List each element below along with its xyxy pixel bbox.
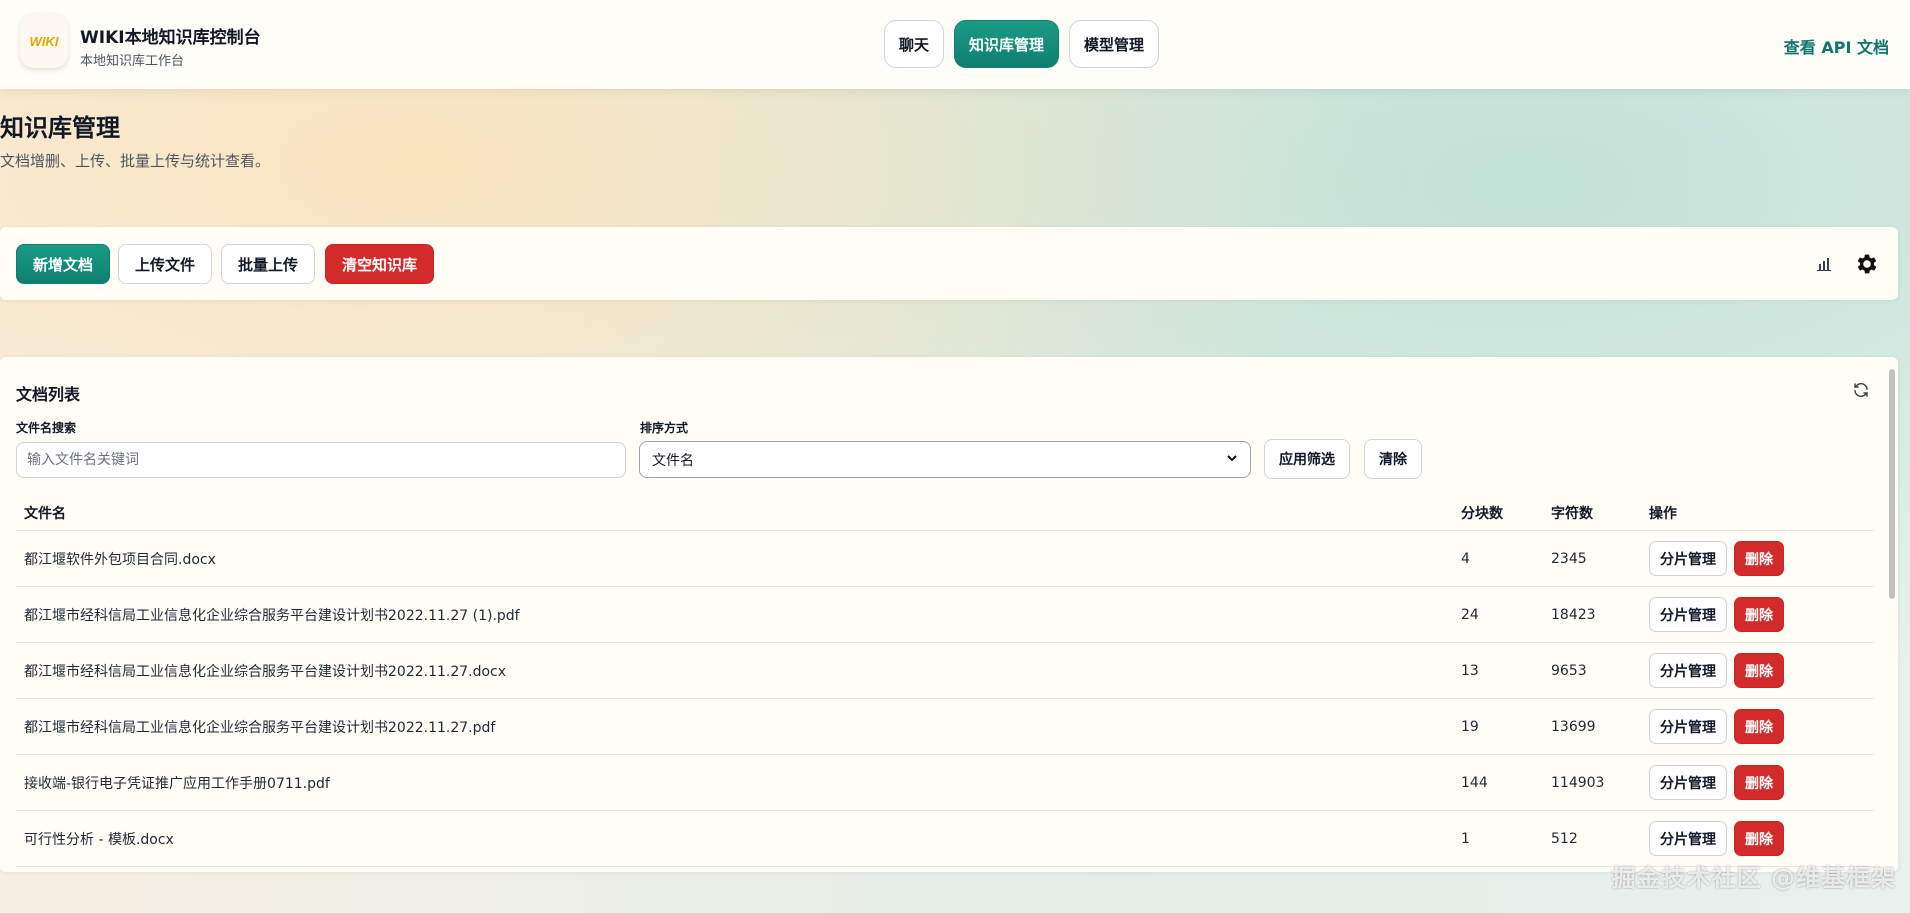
chart-icon[interactable] [1816,256,1832,272]
row-chunks: 1 [1461,830,1470,847]
row-chars: 9653 [1551,662,1587,679]
table-row: 可行性分析 - 模板.docx 1 512 分片管理 删除 [16,811,1874,867]
delete-button[interactable]: 删除 [1734,541,1784,576]
chunk-manage-button[interactable]: 分片管理 [1649,821,1727,856]
page-title: 知识库管理 [0,114,120,142]
chunk-manage-button[interactable]: 分片管理 [1649,597,1727,632]
row-actions: 分片管理 删除 [1649,653,1874,688]
row-actions: 分片管理 删除 [1649,541,1874,576]
document-list-title: 文档列表 [16,385,81,404]
new-document-button[interactable]: 新增文档 [16,244,111,284]
sort-select[interactable]: 文件名 [639,441,1251,478]
chunk-manage-button[interactable]: 分片管理 [1649,765,1727,800]
row-chars: 18423 [1551,606,1596,623]
tab-knowledge-base[interactable]: 知识库管理 [954,20,1060,68]
page-description: 文档增删、上传、批量上传与统计查看。 [0,152,271,170]
table-header: 文件名 分块数 字符数 操作 [16,495,1874,531]
action-toolbar: 新增文档 上传文件 批量上传 清空知识库 [0,227,1898,300]
table-row: 都江堰市经科信局工业信息化企业综合服务平台建设计划书2022.11.27.doc… [16,643,1874,699]
chunk-manage-button[interactable]: 分片管理 [1649,709,1727,744]
scrollbar[interactable] [1889,357,1897,872]
row-actions: 分片管理 删除 [1649,709,1874,744]
column-header-filename: 文件名 [24,505,66,522]
app-logo[interactable]: WIKI [20,14,68,68]
row-filename: 都江堰软件外包项目合同.docx [24,551,216,568]
main-nav: 聊天 知识库管理 模型管理 [884,20,1160,68]
gear-icon[interactable] [1854,251,1880,277]
api-docs-link[interactable]: 查看 API 文档 [1784,34,1889,58]
row-chars: 13699 [1551,718,1596,735]
clear-filter-button[interactable]: 清除 [1364,439,1422,479]
row-filename: 都江堰市经科信局工业信息化企业综合服务平台建设计划书2022.11.27.doc… [24,663,507,680]
sort-selected-value: 文件名 [652,452,694,469]
delete-button[interactable]: 删除 [1734,709,1784,744]
row-chars: 2345 [1551,550,1587,567]
row-chunks: 144 [1461,774,1488,791]
tab-models[interactable]: 模型管理 [1069,20,1160,68]
column-header-chars: 字符数 [1551,505,1593,522]
batch-upload-button[interactable]: 批量上传 [221,244,316,284]
clear-knowledge-base-button[interactable]: 清空知识库 [325,244,435,284]
upload-file-button[interactable]: 上传文件 [118,244,213,284]
row-chunks: 24 [1461,606,1479,623]
app-title: WIKI本地知识库控制台 [80,28,261,48]
sort-label: 排序方式 [640,421,689,435]
row-filename: 都江堰市经科信局工业信息化企业综合服务平台建设计划书2022.11.27.pdf [24,719,496,736]
delete-button[interactable]: 删除 [1734,765,1784,800]
apply-filter-button[interactable]: 应用筛选 [1264,439,1350,479]
document-list-card: 文档列表 文件名搜索 排序方式 文件名 应用筛选 清除 文件名 分块数 字符数 … [0,357,1898,872]
scrollbar-thumb[interactable] [1889,369,1895,599]
chunk-manage-button[interactable]: 分片管理 [1649,541,1727,576]
table-row: 接收端-银行电子凭证推广应用工作手册0711.pdf 144 114903 分片… [16,755,1874,811]
row-chars: 114903 [1551,774,1605,791]
delete-button[interactable]: 删除 [1734,821,1784,856]
row-actions: 分片管理 删除 [1649,765,1874,800]
search-label: 文件名搜索 [16,421,77,435]
delete-button[interactable]: 删除 [1734,653,1784,688]
chunk-manage-button[interactable]: 分片管理 [1649,653,1727,688]
row-chunks: 4 [1461,550,1470,567]
watermark: 掘金技术社区 @维基框架 [1611,864,1896,892]
table-row: 都江堰市经科信局工业信息化企业综合服务平台建设计划书2022.11.27 (1)… [16,587,1874,643]
row-filename: 可行性分析 - 模板.docx [24,831,174,848]
row-filename: 都江堰市经科信局工业信息化企业综合服务平台建设计划书2022.11.27 (1)… [24,607,520,624]
row-actions: 分片管理 删除 [1649,597,1874,632]
documents-table: 文件名 分块数 字符数 操作 都江堰软件外包项目合同.docx 4 2345 分… [16,495,1874,867]
row-chars: 512 [1551,830,1578,847]
filename-search-input[interactable] [16,442,626,478]
chevron-down-icon [1226,452,1238,468]
refresh-icon[interactable] [1852,381,1870,403]
row-chunks: 13 [1461,662,1479,679]
column-header-ops: 操作 [1649,505,1677,522]
tab-chat[interactable]: 聊天 [884,20,945,68]
row-actions: 分片管理 删除 [1649,821,1874,856]
column-header-chunks: 分块数 [1461,505,1503,522]
logo-text: WIKI [29,33,59,49]
table-row: 都江堰软件外包项目合同.docx 4 2345 分片管理 删除 [16,531,1874,587]
row-chunks: 19 [1461,718,1479,735]
delete-button[interactable]: 删除 [1734,597,1784,632]
app-subtitle: 本地知识库工作台 [80,54,185,69]
top-bar: WIKI WIKI本地知识库控制台 本地知识库工作台 聊天 知识库管理 模型管理… [0,0,1910,89]
row-filename: 接收端-银行电子凭证推广应用工作手册0711.pdf [24,775,330,792]
table-row: 都江堰市经科信局工业信息化企业综合服务平台建设计划书2022.11.27.pdf… [16,699,1874,755]
